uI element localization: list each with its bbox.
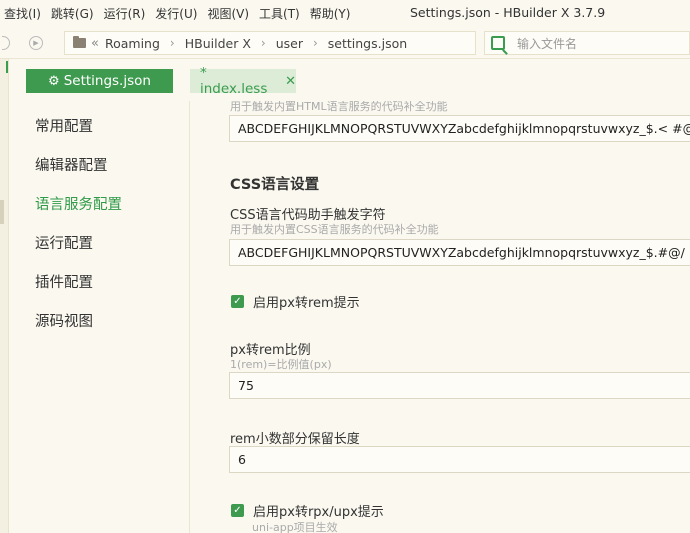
tab-index-less[interactable]: * index.less ✕ (190, 65, 296, 97)
address-bar: ▶ « Roaming › HBuilder X › user › settin… (0, 27, 690, 59)
gear-icon: ⚙ (48, 73, 60, 89)
css-trigger-input[interactable]: ABCDEFGHIJKLMNOPQRSTUVWXYZabcdefghijklmn… (229, 239, 690, 266)
menu-run[interactable]: 运行(R) (100, 5, 152, 22)
folder-icon (73, 36, 86, 48)
px-rem-ratio-input[interactable]: 75 (229, 372, 690, 399)
sidebar-item-general[interactable]: 常用配置 (35, 115, 93, 136)
menu-goto[interactable]: 跳转(G) (47, 5, 100, 22)
chevron-right-icon: › (260, 36, 266, 50)
window-title: Settings.json - HBuilder X 3.7.9 (410, 5, 606, 20)
close-icon[interactable]: ✕ (285, 74, 296, 89)
editor-tabs: ⚙ Settings.json * index.less ✕ (9, 59, 690, 101)
search-icon (491, 36, 505, 50)
chevron-right-icon: › (312, 36, 318, 50)
left-gutter (0, 59, 9, 533)
checkbox-checked-icon[interactable]: ✓ (231, 504, 244, 517)
menu-find[interactable]: 查找(I) (0, 5, 47, 22)
menu-tools[interactable]: 工具(T) (255, 5, 306, 22)
breadcrumb: « Roaming › HBuilder X › user › settings… (64, 31, 476, 55)
checkbox-checked-icon[interactable]: ✓ (231, 295, 244, 308)
menu-view[interactable]: 视图(V) (203, 5, 255, 22)
file-search-input[interactable]: 输入文件名 (484, 31, 690, 55)
back-icon[interactable] (2, 36, 10, 50)
tab-less-label: * index.less (200, 65, 268, 97)
settings-sidebar: 常用配置 编辑器配置 语言服务配置 运行配置 插件配置 源码视图 (9, 101, 190, 533)
px-rpx-checkbox-label: 启用px转rpx/upx提示 (253, 505, 384, 520)
tab-settings-label: Settings.json (63, 73, 151, 89)
status-tick-icon (2, 61, 8, 73)
tab-settings-json[interactable]: ⚙ Settings.json (26, 69, 173, 93)
css-section-title: CSS语言设置 (230, 177, 320, 193)
sidebar-item-editor[interactable]: 编辑器配置 (35, 154, 108, 175)
menu-publish[interactable]: 发行(U) (151, 5, 203, 22)
px-rem-checkbox-label: 启用px转rem提示 (253, 296, 360, 311)
gutter-marker (0, 200, 4, 224)
px-rpx-hint: uni-app项目生效 (252, 521, 338, 533)
chevron-right-icon: › (169, 36, 175, 50)
rem-decimal-input[interactable]: 6 (229, 446, 690, 473)
px-rpx-checkbox-row[interactable]: ✓ 启用px转rpx/upx提示 (231, 501, 384, 520)
forward-icon[interactable]: ▶ (29, 36, 43, 50)
rem-decimal-label: rem小数部分保留长度 (230, 432, 360, 447)
px-rem-checkbox-row[interactable]: ✓ 启用px转rem提示 (231, 292, 360, 311)
sidebar-item-run[interactable]: 运行配置 (35, 232, 93, 253)
sidebar-item-language-service[interactable]: 语言服务配置 (35, 193, 122, 214)
search-placeholder: 输入文件名 (517, 36, 578, 51)
breadcrumb-roaming[interactable]: Roaming (105, 36, 160, 51)
css-trigger-hint: 用于触发内置CSS语言服务的代码补全功能 (230, 223, 439, 236)
px-rem-ratio-hint: 1(rem)=比例值(px) (230, 358, 332, 371)
breadcrumb-settings-json[interactable]: settings.json (328, 36, 407, 51)
sidebar-item-plugins[interactable]: 插件配置 (35, 271, 93, 292)
breadcrumb-hbuilderx[interactable]: HBuilder X (185, 36, 251, 51)
breadcrumb-user[interactable]: user (276, 36, 303, 51)
html-trigger-input[interactable]: ABCDEFGHIJKLMNOPQRSTUVWXYZabcdefghijklmn… (229, 115, 690, 142)
settings-content: 用于触发内置HTML语言服务的代码补全功能 ABCDEFGHIJKLMNOPQR… (190, 101, 690, 533)
sidebar-item-source-view[interactable]: 源码视图 (35, 310, 93, 331)
html-trigger-hint: 用于触发内置HTML语言服务的代码补全功能 (230, 101, 448, 113)
menu-help[interactable]: 帮助(Y) (306, 5, 357, 22)
chevron-left-icon[interactable]: « (91, 36, 99, 51)
